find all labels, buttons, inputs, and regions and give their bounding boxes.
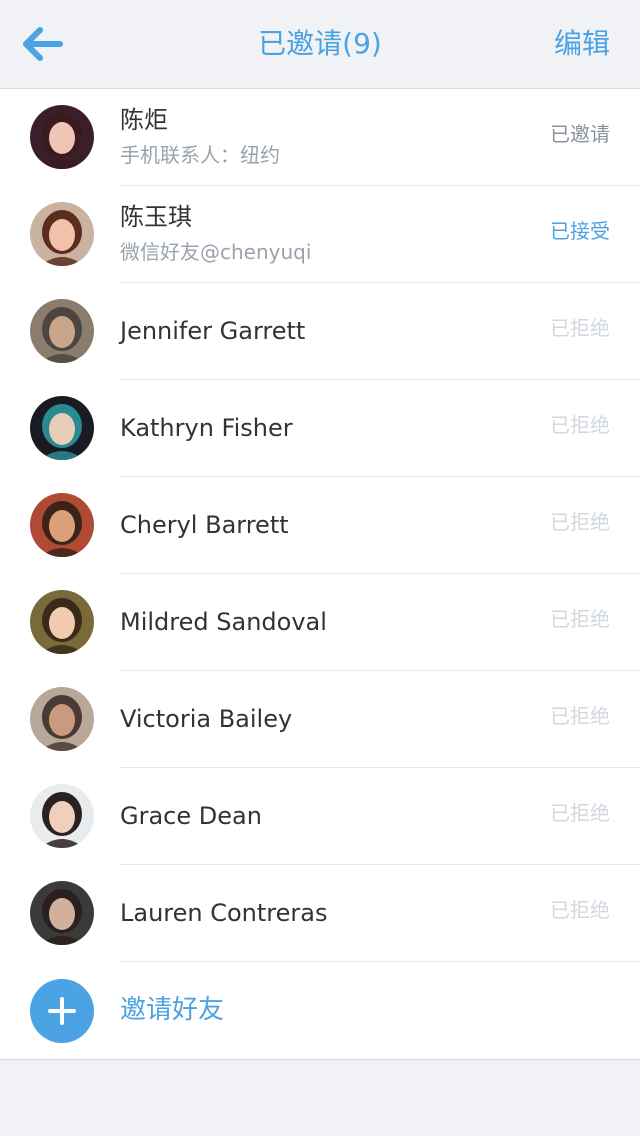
avatar — [30, 881, 94, 945]
invite-status: 已接受 — [550, 219, 610, 243]
invite-status: 已拒绝 — [550, 316, 610, 340]
avatar — [30, 396, 94, 460]
contact-row[interactable]: Mildred Sandoval 已拒绝 — [0, 574, 640, 671]
contact-name: Cheryl Barrett — [120, 511, 289, 539]
contact-name: Victoria Bailey — [120, 705, 293, 733]
contact-name: Jennifer Garrett — [120, 317, 306, 345]
edit-button[interactable]: 编辑 — [554, 24, 610, 64]
avatar — [30, 687, 94, 751]
contact-name: 陈炬 — [120, 106, 168, 134]
page-title: 已邀请(9) — [258, 27, 382, 60]
contact-row[interactable]: Cheryl Barrett 已拒绝 — [0, 477, 640, 574]
contact-name: Lauren Contreras — [120, 899, 328, 927]
contact-name: Kathryn Fisher — [120, 414, 293, 442]
contact-row[interactable]: Grace Dean 已拒绝 — [0, 768, 640, 865]
avatar — [30, 590, 94, 654]
plus-icon — [30, 979, 94, 1043]
contact-row[interactable]: 陈炬手机联系人：纽约 已邀请 — [0, 89, 640, 186]
invite-status: 已拒绝 — [550, 801, 610, 825]
navigation-bar: 已邀请(9) 编辑 — [0, 0, 640, 89]
contact-row[interactable]: Lauren Contreras 已拒绝 — [0, 865, 640, 962]
avatar — [30, 299, 94, 363]
avatar — [30, 105, 94, 169]
invite-status: 已拒绝 — [550, 607, 610, 631]
invited-contacts-list: 陈炬手机联系人：纽约 已邀请陈玉琪微信好友@chenyuqi 已接受 Jennifer… — [0, 89, 640, 1060]
avatar — [30, 493, 94, 557]
invite-status: 已拒绝 — [550, 510, 610, 534]
contact-name: Grace Dean — [120, 802, 262, 830]
contact-row[interactable]: Kathryn Fisher 已拒绝 — [0, 380, 640, 477]
avatar — [30, 784, 94, 848]
invite-friends-label: 邀请好友 — [120, 995, 225, 1025]
contact-row[interactable]: Victoria Bailey 已拒绝 — [0, 671, 640, 768]
avatar — [30, 202, 94, 266]
contact-name: 陈玉琪 — [120, 203, 192, 231]
contact-source: 微信好友@chenyuqi — [120, 240, 312, 264]
contact-name: Mildred Sandoval — [120, 608, 327, 636]
invite-status: 已拒绝 — [550, 704, 610, 728]
invite-status: 已邀请 — [550, 122, 610, 146]
contact-row[interactable]: 陈玉琪微信好友@chenyuqi 已接受 — [0, 186, 640, 283]
invite-friends-row[interactable]: 邀请好友 — [0, 962, 640, 1059]
invite-status: 已拒绝 — [550, 413, 610, 437]
contact-row[interactable]: Jennifer Garrett 已拒绝 — [0, 283, 640, 380]
invite-status: 已拒绝 — [550, 898, 610, 922]
contact-source: 手机联系人：纽约 — [120, 143, 280, 167]
